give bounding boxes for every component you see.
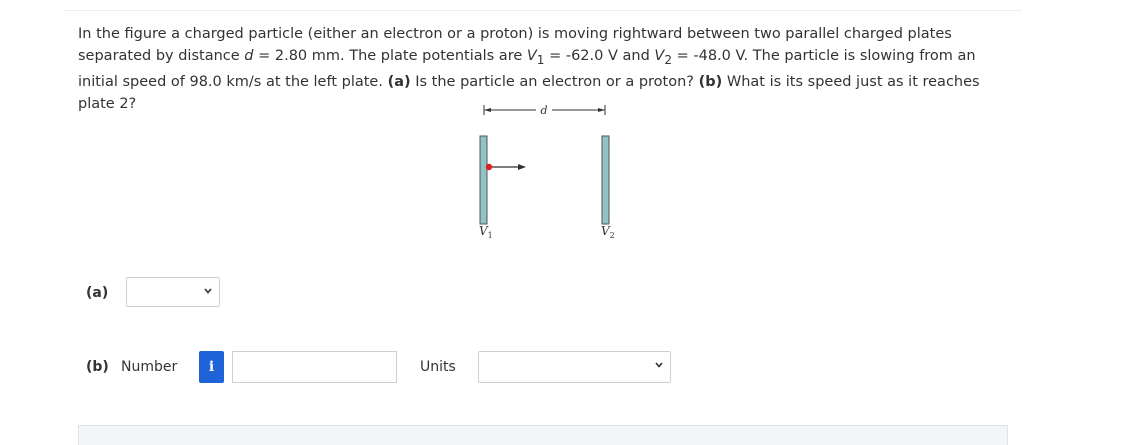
units-label: Units <box>420 359 456 375</box>
chevron-down-icon <box>655 362 663 368</box>
question-text-part: = -62.0 V and <box>544 48 655 64</box>
d-label: d <box>540 104 547 117</box>
particle <box>485 163 493 171</box>
plates-figure: d V1 V2 <box>464 103 634 243</box>
v2-variable: V <box>654 48 665 64</box>
plate-2-label: V2 <box>601 224 615 240</box>
d-arrow-right <box>598 108 605 112</box>
v1-variable: V <box>526 48 537 64</box>
plate-1-label: V1 <box>479 224 493 240</box>
part-b-marker: (b) <box>698 73 723 90</box>
question-text: In the figure a charged particle (either… <box>78 23 1008 115</box>
part-b-label: (b) <box>86 359 109 375</box>
number-label: Number <box>121 359 178 375</box>
question-text-part: = 2.80 mm. The plate potentials are <box>253 48 527 64</box>
plates-diagram: d V1 V2 <box>479 104 615 240</box>
info-icon[interactable]: i <box>199 351 224 383</box>
part-a-question: Is the particle an electron or a proton? <box>410 73 699 90</box>
v2-subscript: 2 <box>664 52 673 67</box>
distance-variable: d <box>244 48 254 64</box>
part-a-marker: (a) <box>387 73 411 90</box>
bottom-panel <box>78 425 1008 445</box>
velocity-arrowhead <box>518 164 526 170</box>
part-a-select[interactable] <box>126 277 220 307</box>
units-select[interactable] <box>478 351 671 383</box>
d-arrow-left <box>484 108 491 112</box>
chevron-down-icon <box>204 288 212 294</box>
number-input[interactable] <box>232 351 397 383</box>
plate-1 <box>479 135 488 225</box>
part-a-label: (a) <box>86 285 109 301</box>
question-card: In the figure a charged particle (either… <box>64 10 1022 445</box>
plate-2 <box>601 135 610 225</box>
